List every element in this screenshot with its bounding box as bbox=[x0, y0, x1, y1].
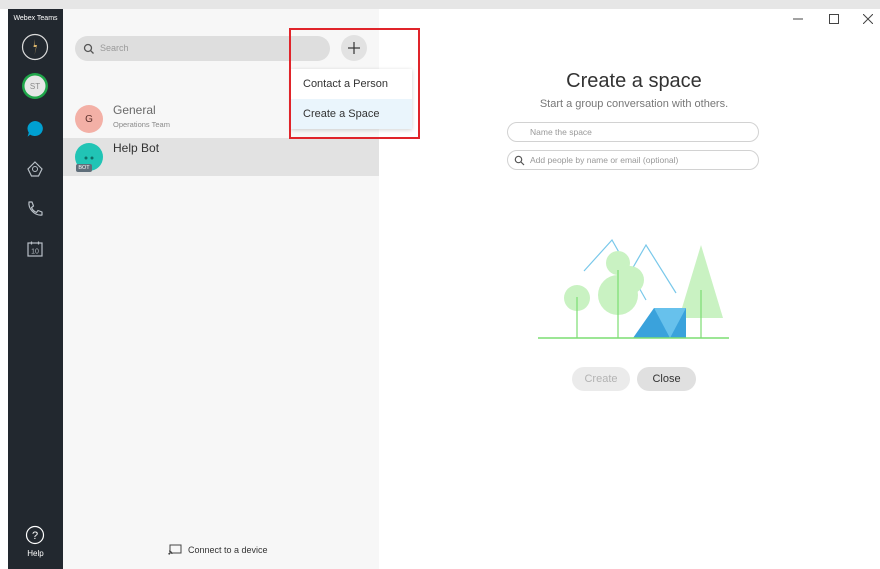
app-window: Webex Teams ST 10 ? Help Search G Genera… bbox=[0, 0, 880, 569]
close-window-button[interactable] bbox=[860, 11, 876, 27]
search-icon bbox=[514, 155, 525, 166]
help-label: Help bbox=[27, 549, 44, 558]
cast-icon bbox=[168, 544, 182, 555]
create-button[interactable]: Create bbox=[572, 367, 630, 391]
app-title: Webex Teams bbox=[13, 15, 58, 22]
add-people-input[interactable] bbox=[530, 153, 750, 167]
maximize-icon bbox=[829, 14, 839, 24]
navigation-rail: Webex Teams ST 10 ? Help bbox=[8, 9, 63, 569]
avatar: ST bbox=[22, 73, 48, 99]
calls-nav-button[interactable] bbox=[20, 194, 50, 224]
avatar: G bbox=[75, 105, 103, 133]
connect-device-button[interactable]: Connect to a device bbox=[168, 544, 268, 555]
phone-icon bbox=[28, 201, 43, 216]
search-input[interactable]: Search bbox=[75, 36, 330, 61]
space-name-field[interactable] bbox=[507, 122, 759, 142]
calendar-icon: 10 bbox=[27, 241, 43, 257]
status-avatar-button[interactable] bbox=[20, 32, 50, 62]
chat-bubble-icon bbox=[27, 121, 43, 137]
search-placeholder: Search bbox=[100, 43, 129, 53]
window-top-strip bbox=[0, 0, 880, 9]
meetings-nav-button[interactable]: 10 bbox=[20, 234, 50, 264]
page-subtitle: Start a group conversation with others. bbox=[539, 98, 729, 110]
menu-item-contact-person[interactable]: Contact a Person bbox=[291, 69, 412, 99]
space-title: Help Bot bbox=[113, 141, 160, 155]
bot-badge: BOT bbox=[76, 164, 92, 172]
list-item[interactable]: BOT Help Bot bbox=[63, 138, 379, 176]
menu-item-create-space[interactable]: Create a Space bbox=[291, 99, 412, 129]
svg-text:ST: ST bbox=[30, 82, 40, 91]
help-icon: ? bbox=[25, 525, 45, 545]
space-subtitle: Operations Team bbox=[113, 120, 170, 129]
bot-face-icon bbox=[84, 156, 94, 160]
space-title: General bbox=[113, 103, 156, 117]
svg-text:?: ? bbox=[32, 530, 38, 542]
add-button[interactable] bbox=[341, 35, 367, 61]
minimize-button[interactable] bbox=[790, 11, 806, 27]
teams-nav-button[interactable] bbox=[20, 154, 50, 184]
search-icon bbox=[83, 43, 94, 54]
help-button[interactable]: ? bbox=[20, 520, 50, 550]
close-button[interactable]: Close bbox=[637, 367, 696, 391]
connect-label: Connect to a device bbox=[188, 544, 268, 555]
camping-illustration bbox=[538, 238, 729, 339]
user-avatar-button[interactable]: ST bbox=[20, 71, 50, 101]
status-icon bbox=[21, 33, 49, 61]
space-name-input[interactable] bbox=[530, 125, 750, 139]
maximize-button[interactable] bbox=[826, 11, 842, 27]
add-people-field[interactable] bbox=[507, 150, 759, 170]
close-icon bbox=[863, 14, 873, 24]
page-title: Create a space bbox=[566, 70, 702, 92]
add-menu: Contact a Person Create a Space bbox=[291, 69, 412, 129]
minimize-icon bbox=[793, 18, 803, 20]
messaging-nav-button[interactable] bbox=[20, 114, 50, 144]
teams-icon bbox=[27, 161, 43, 177]
svg-text:10: 10 bbox=[31, 249, 39, 256]
plus-icon bbox=[348, 42, 360, 54]
